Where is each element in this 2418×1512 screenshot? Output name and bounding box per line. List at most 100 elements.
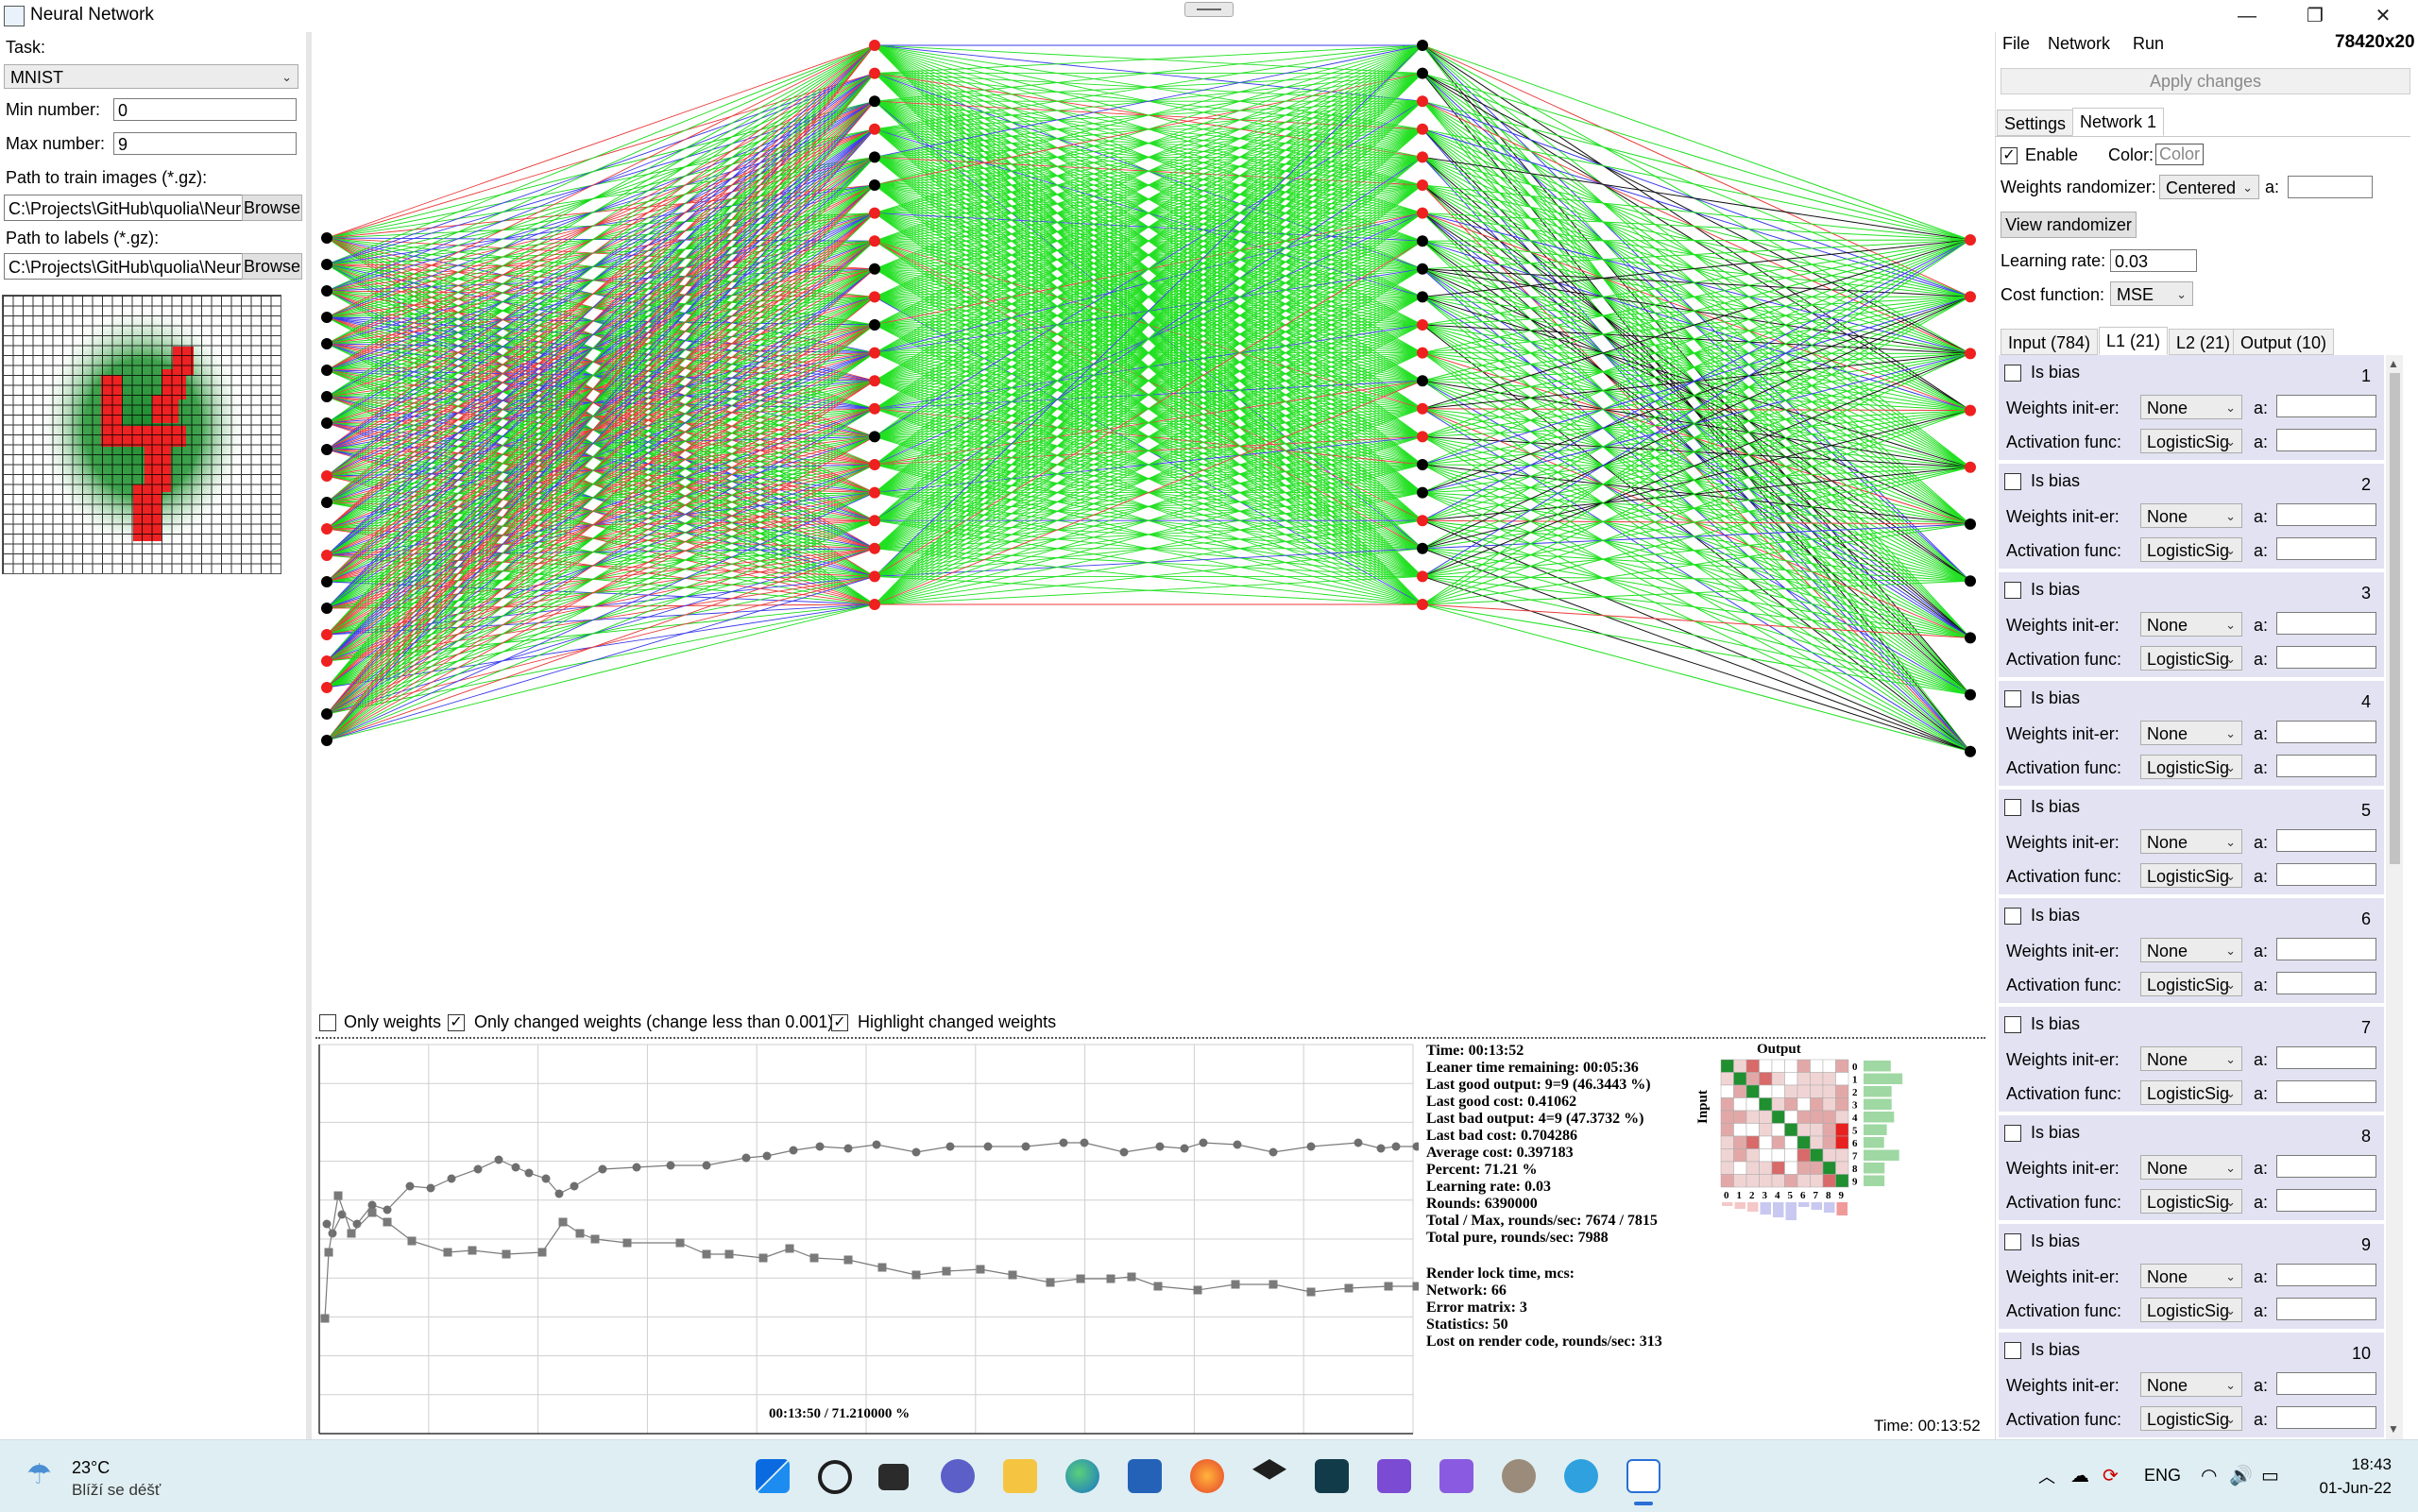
menu-network[interactable]: Network	[2048, 34, 2110, 54]
battery-icon[interactable]: ▭	[2261, 1464, 2279, 1487]
sync-icon[interactable]: ⟳	[2103, 1464, 2119, 1487]
color-button[interactable]: Color	[2155, 144, 2204, 165]
weights-init-select[interactable]: None⌄	[2140, 1264, 2242, 1288]
task-view-icon[interactable]	[878, 1464, 909, 1490]
activation-a-input[interactable]	[2276, 1080, 2376, 1103]
tab-network-1[interactable]: Network 1	[2072, 108, 2164, 136]
activation-a-input[interactable]	[2276, 429, 2376, 451]
store-icon[interactable]	[1128, 1459, 1162, 1493]
chevron-up-icon[interactable]: ︿	[2038, 1464, 2055, 1488]
app-circle-icon[interactable]	[1502, 1459, 1536, 1493]
menu-run[interactable]: Run	[2133, 34, 2164, 54]
tab-output-layer[interactable]: Output (10)	[2233, 329, 2334, 355]
edge-icon[interactable]	[1065, 1459, 1099, 1493]
tab-settings[interactable]: Settings	[1997, 110, 2073, 136]
tab-layer-1[interactable]: L1 (21)	[2099, 327, 2168, 355]
cost-function-select[interactable]: MSE⌄	[2110, 281, 2193, 306]
statistics-splitter[interactable]	[315, 1037, 1985, 1039]
apply-changes-button[interactable]: Apply changes	[2001, 68, 2410, 94]
minimize-button[interactable]: —	[2216, 0, 2278, 32]
scroll-down-icon[interactable]: ▼	[2388, 1422, 2399, 1436]
activation-select[interactable]: LogisticSig⌄	[2140, 1080, 2242, 1105]
terminal-app-icon[interactable]	[1315, 1459, 1349, 1493]
browse-train-button[interactable]: Browse	[242, 195, 302, 221]
only-weights-checkbox[interactable]	[319, 1014, 336, 1031]
is-bias-checkbox[interactable]	[2004, 799, 2021, 816]
activation-select[interactable]: LogisticSig⌄	[2140, 755, 2242, 779]
activation-a-input[interactable]	[2276, 1406, 2376, 1429]
weather-icon[interactable]: ☂	[26, 1458, 52, 1491]
activation-a-input[interactable]	[2276, 646, 2376, 669]
weights-a-input[interactable]	[2276, 721, 2376, 743]
labels-path-input[interactable]: C:\Projects\GitHub\quolia\Neur	[4, 253, 244, 280]
activation-a-input[interactable]	[2276, 1189, 2376, 1212]
activation-select[interactable]: LogisticSig⌄	[2140, 1189, 2242, 1214]
activation-select[interactable]: LogisticSig⌄	[2140, 646, 2242, 671]
activation-select[interactable]: LogisticSig⌄	[2140, 537, 2242, 562]
telegram-icon[interactable]	[1564, 1459, 1598, 1493]
file-explorer-icon[interactable]	[1003, 1459, 1037, 1493]
weights-init-select[interactable]: None⌄	[2140, 395, 2242, 419]
weights-init-select[interactable]: None⌄	[2140, 1372, 2242, 1397]
search-icon[interactable]	[818, 1460, 852, 1494]
start-icon[interactable]	[756, 1459, 790, 1493]
drag-handle[interactable]	[1184, 2, 1234, 17]
volume-icon[interactable]: 🔊	[2229, 1464, 2253, 1487]
weights-a-input[interactable]	[2276, 612, 2376, 635]
weights-a-input[interactable]	[2276, 503, 2376, 526]
activation-select[interactable]: LogisticSig⌄	[2140, 863, 2242, 888]
visual-studio-2-icon[interactable]	[1439, 1459, 1473, 1493]
is-bias-checkbox[interactable]	[2004, 1016, 2021, 1033]
weather-temp[interactable]: 23°C	[72, 1458, 110, 1478]
is-bias-checkbox[interactable]	[2004, 1342, 2021, 1359]
learning-rate-input[interactable]: 0.03	[2110, 249, 2197, 272]
activation-select[interactable]: LogisticSig⌄	[2140, 972, 2242, 996]
activation-select[interactable]: LogisticSig⌄	[2140, 429, 2242, 453]
scroll-up-icon[interactable]: ▲	[2388, 357, 2399, 370]
weights-init-select[interactable]: None⌄	[2140, 612, 2242, 637]
randomizer-a-input[interactable]	[2288, 176, 2373, 198]
activation-a-input[interactable]	[2276, 755, 2376, 777]
visual-studio-icon[interactable]	[1377, 1459, 1411, 1493]
task-select[interactable]: MNIST⌄	[4, 64, 298, 89]
onedrive-icon[interactable]: ☁	[2070, 1464, 2089, 1487]
clock-time[interactable]: 18:43	[2335, 1455, 2392, 1474]
menu-file[interactable]: File	[2002, 34, 2030, 54]
language-indicator[interactable]: ENG	[2144, 1466, 2181, 1486]
weights-a-input[interactable]	[2276, 395, 2376, 417]
activation-a-input[interactable]	[2276, 863, 2376, 886]
is-bias-checkbox[interactable]	[2004, 690, 2021, 707]
is-bias-checkbox[interactable]	[2004, 582, 2021, 599]
tab-layer-2[interactable]: L2 (21)	[2169, 329, 2238, 355]
train-images-path-input[interactable]: C:\Projects\GitHub\quolia\Neur	[4, 195, 244, 221]
weights-a-input[interactable]	[2276, 1264, 2376, 1286]
highlight-changed-checkbox[interactable]: ✓	[831, 1014, 848, 1031]
weights-a-input[interactable]	[2276, 1155, 2376, 1178]
weights-a-input[interactable]	[2276, 938, 2376, 960]
is-bias-checkbox[interactable]	[2004, 365, 2021, 382]
randomizer-select[interactable]: Centered⌄	[2159, 175, 2259, 199]
weights-a-input[interactable]	[2276, 1372, 2376, 1395]
only-changed-checkbox[interactable]: ✓	[448, 1014, 465, 1031]
is-bias-checkbox[interactable]	[2004, 473, 2021, 490]
is-bias-checkbox[interactable]	[2004, 908, 2021, 925]
browse-labels-button[interactable]: Browse	[242, 253, 302, 280]
clock-date[interactable]: 01-Jun-22	[2307, 1479, 2392, 1498]
enable-checkbox[interactable]: ✓	[2001, 147, 2018, 164]
weights-a-input[interactable]	[2276, 829, 2376, 852]
weather-text[interactable]: Blíží se déšť	[72, 1481, 161, 1500]
activation-a-input[interactable]	[2276, 972, 2376, 994]
activation-select[interactable]: LogisticSig⌄	[2140, 1298, 2242, 1322]
view-randomizer-button[interactable]: View randomizer	[2001, 212, 2137, 238]
activation-a-input[interactable]	[2276, 537, 2376, 560]
min-number-input[interactable]: 0	[113, 98, 297, 121]
firefox-icon[interactable]	[1190, 1459, 1224, 1493]
scrollbar-thumb[interactable]	[2390, 373, 2400, 864]
is-bias-checkbox[interactable]	[2004, 1125, 2021, 1142]
weights-init-select[interactable]: None⌄	[2140, 721, 2242, 745]
max-number-input[interactable]: 9	[113, 132, 297, 155]
weights-a-input[interactable]	[2276, 1046, 2376, 1069]
is-bias-checkbox[interactable]	[2004, 1233, 2021, 1250]
weights-init-select[interactable]: None⌄	[2140, 503, 2242, 528]
restore-button[interactable]: ❐	[2284, 0, 2346, 32]
